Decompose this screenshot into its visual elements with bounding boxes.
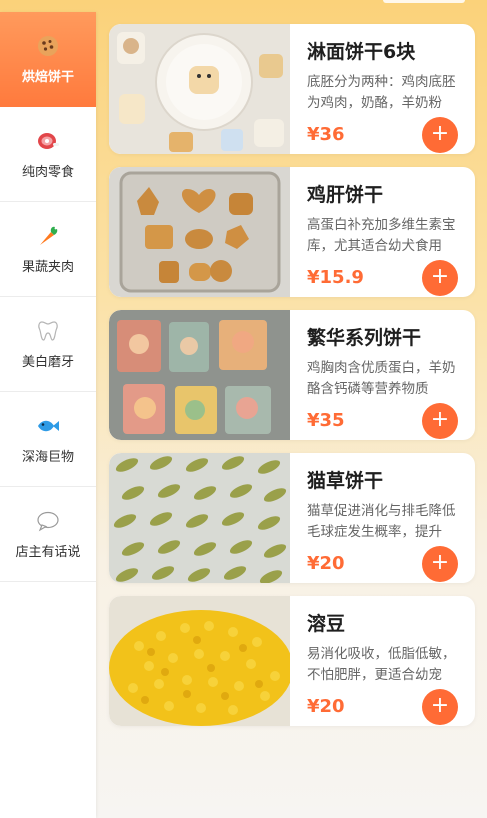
add-to-cart-button[interactable]: + [422,403,458,439]
category-sidebar: 烘焙饼干 纯肉零食 果蔬夹肉 美白磨牙 深海巨物 店主有话说 [0,12,96,818]
product-card[interactable]: 溶豆 易消化吸收，低脂低敏，不怕肥胖，更适合幼宠 ¥20 + [109,596,475,726]
product-image [109,24,290,154]
product-list: 淋面饼干6块 底胚分为两种：鸡肉底胚为鸡肉，奶酪，羊奶粉 ¥36 + 鸡肝饼干 [109,24,475,739]
sidebar-item-label: 果蔬夹肉 [21,259,74,275]
product-info: 鸡肝饼干 高蛋白补充加多维生素宝库，尤其适合幼犬食用 [307,183,461,257]
sidebar-item-veggie-meat[interactable]: 果蔬夹肉 [0,202,96,297]
sidebar-item-owner-notes[interactable]: 店主有话说 [0,487,96,582]
product-description: 高蛋白补充加多维生素宝库，尤其适合幼犬食用 [307,217,456,254]
fish-icon [36,414,60,438]
product-price: ¥36 [307,124,345,145]
product-info: 猫草饼干 猫草促进消化与排毛降低毛球症发生概率，提升 [307,469,461,543]
cookie-icon [36,34,60,58]
product-title: 淋面饼干6块 [307,41,416,63]
carrot-icon [36,224,60,248]
chat-bubble-icon [36,509,60,533]
product-price: ¥20 [307,696,345,717]
product-description: 鸡胸肉含优质蛋白，羊奶酪含钙磷等营养物质 [307,360,456,397]
sidebar-item-dental-chew[interactable]: 美白磨牙 [0,297,96,392]
product-image [109,596,290,726]
sidebar-item-label: 纯肉零食 [21,164,74,180]
sidebar-item-deep-sea[interactable]: 深海巨物 [0,392,96,487]
meat-icon [36,129,60,153]
add-to-cart-button[interactable]: + [422,260,458,296]
product-title: 溶豆 [307,613,346,635]
product-price: ¥35 [307,410,345,431]
sidebar-item-baked-cookies[interactable]: 烘焙饼干 [0,12,96,107]
sidebar-item-label: 美白磨牙 [21,354,74,370]
product-title: 鸡肝饼干 [307,184,384,206]
add-to-cart-button[interactable]: + [422,117,458,153]
product-image [109,167,290,297]
product-title: 繁华系列饼干 [307,327,422,349]
product-info: 繁华系列饼干 鸡胸肉含优质蛋白，羊奶酪含钙磷等营养物质 [307,326,461,400]
product-card[interactable]: 鸡肝饼干 高蛋白补充加多维生素宝库，尤其适合幼犬食用 ¥15.9 + [109,167,475,297]
product-description: 猫草促进消化与排毛降低毛球症发生概率，提升 [307,503,456,540]
product-card[interactable]: 猫草饼干 猫草促进消化与排毛降低毛球症发生概率，提升 ¥20 + [109,453,475,583]
sidebar-item-label: 店主有话说 [15,544,81,560]
product-card[interactable]: 繁华系列饼干 鸡胸肉含优质蛋白，羊奶酪含钙磷等营养物质 ¥35 + [109,310,475,440]
product-description: 易消化吸收，低脂低敏，不怕肥胖，更适合幼宠 [307,646,456,683]
top-bar-edge [383,0,465,3]
sidebar-item-pure-meat[interactable]: 纯肉零食 [0,107,96,202]
tooth-icon [36,319,60,343]
sidebar-item-label: 烘焙饼干 [21,70,74,85]
product-image [109,453,290,583]
product-title: 猫草饼干 [307,470,384,492]
product-price: ¥20 [307,553,345,574]
product-info: 淋面饼干6块 底胚分为两种：鸡肉底胚为鸡肉，奶酪，羊奶粉 [307,40,461,114]
add-to-cart-button[interactable]: + [422,689,458,725]
add-to-cart-button[interactable]: + [422,546,458,582]
product-price: ¥15.9 [307,267,364,288]
sidebar-item-label: 深海巨物 [21,449,74,465]
product-info: 溶豆 易消化吸收，低脂低敏，不怕肥胖，更适合幼宠 [307,612,461,686]
product-image [109,310,290,440]
product-card[interactable]: 淋面饼干6块 底胚分为两种：鸡肉底胚为鸡肉，奶酪，羊奶粉 ¥36 + [109,24,475,154]
product-description: 底胚分为两种：鸡肉底胚为鸡肉，奶酪，羊奶粉 [307,74,456,111]
